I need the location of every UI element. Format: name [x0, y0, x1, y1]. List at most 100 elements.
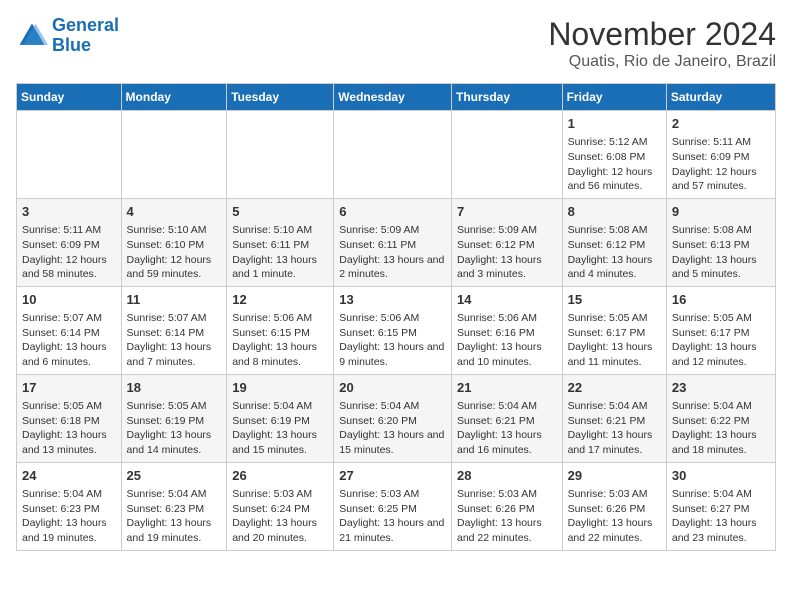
cell-info: Sunrise: 5:06 AM — [232, 311, 328, 326]
cell-info: Sunrise: 5:05 AM — [672, 311, 770, 326]
day-number: 8 — [568, 203, 661, 221]
day-number: 14 — [457, 291, 557, 309]
column-header-sunday: Sunday — [17, 84, 122, 111]
cell-info: Sunrise: 5:04 AM — [568, 399, 661, 414]
day-number: 16 — [672, 291, 770, 309]
calendar-cell: 11Sunrise: 5:07 AMSunset: 6:14 PMDayligh… — [121, 286, 227, 374]
calendar-cell: 28Sunrise: 5:03 AMSunset: 6:26 PMDayligh… — [451, 462, 562, 550]
cell-info: Daylight: 13 hours and 22 minutes. — [568, 516, 661, 545]
calendar-cell: 27Sunrise: 5:03 AMSunset: 6:25 PMDayligh… — [334, 462, 452, 550]
cell-info: Sunset: 6:13 PM — [672, 238, 770, 253]
cell-info: Sunset: 6:08 PM — [568, 150, 661, 165]
day-number: 22 — [568, 379, 661, 397]
cell-info: Sunset: 6:20 PM — [339, 414, 446, 429]
cell-info: Daylight: 13 hours and 20 minutes. — [232, 516, 328, 545]
cell-info: Sunrise: 5:12 AM — [568, 135, 661, 150]
cell-info: Sunset: 6:25 PM — [339, 502, 446, 517]
calendar-cell: 13Sunrise: 5:06 AMSunset: 6:15 PMDayligh… — [334, 286, 452, 374]
cell-info: Sunrise: 5:09 AM — [457, 223, 557, 238]
cell-info: Sunset: 6:26 PM — [457, 502, 557, 517]
day-number: 29 — [568, 467, 661, 485]
cell-info: Sunset: 6:23 PM — [127, 502, 222, 517]
cell-info: Daylight: 12 hours and 58 minutes. — [22, 253, 116, 282]
cell-info: Sunset: 6:26 PM — [568, 502, 661, 517]
cell-info: Sunset: 6:27 PM — [672, 502, 770, 517]
cell-info: Sunset: 6:21 PM — [457, 414, 557, 429]
column-header-wednesday: Wednesday — [334, 84, 452, 111]
column-header-friday: Friday — [562, 84, 666, 111]
day-number: 19 — [232, 379, 328, 397]
day-number: 25 — [127, 467, 222, 485]
cell-info: Sunrise: 5:05 AM — [127, 399, 222, 414]
logo: General Blue — [16, 16, 119, 56]
title-block: November 2024 Quatis, Rio de Janeiro, Br… — [548, 16, 776, 71]
calendar-week-row: 3Sunrise: 5:11 AMSunset: 6:09 PMDaylight… — [17, 198, 776, 286]
cell-info: Daylight: 13 hours and 7 minutes. — [127, 340, 222, 369]
page-subtitle: Quatis, Rio de Janeiro, Brazil — [548, 53, 776, 71]
logo-line2: Blue — [52, 35, 91, 55]
day-number: 7 — [457, 203, 557, 221]
calendar-cell: 6Sunrise: 5:09 AMSunset: 6:11 PMDaylight… — [334, 198, 452, 286]
cell-info: Daylight: 13 hours and 5 minutes. — [672, 253, 770, 282]
cell-info: Daylight: 13 hours and 1 minute. — [232, 253, 328, 282]
day-number: 12 — [232, 291, 328, 309]
cell-info: Sunset: 6:12 PM — [457, 238, 557, 253]
calendar-header-row: SundayMondayTuesdayWednesdayThursdayFrid… — [17, 84, 776, 111]
calendar-cell — [334, 111, 452, 199]
calendar-cell: 2Sunrise: 5:11 AMSunset: 6:09 PMDaylight… — [666, 111, 775, 199]
day-number: 21 — [457, 379, 557, 397]
calendar-cell: 14Sunrise: 5:06 AMSunset: 6:16 PMDayligh… — [451, 286, 562, 374]
day-number: 2 — [672, 115, 770, 133]
day-number: 17 — [22, 379, 116, 397]
cell-info: Sunrise: 5:10 AM — [127, 223, 222, 238]
cell-info: Sunrise: 5:10 AM — [232, 223, 328, 238]
calendar-cell: 25Sunrise: 5:04 AMSunset: 6:23 PMDayligh… — [121, 462, 227, 550]
day-number: 20 — [339, 379, 446, 397]
calendar-cell: 19Sunrise: 5:04 AMSunset: 6:19 PMDayligh… — [227, 374, 334, 462]
cell-info: Sunset: 6:23 PM — [22, 502, 116, 517]
cell-info: Daylight: 13 hours and 21 minutes. — [339, 516, 446, 545]
cell-info: Daylight: 13 hours and 11 minutes. — [568, 340, 661, 369]
day-number: 6 — [339, 203, 446, 221]
cell-info: Sunrise: 5:04 AM — [672, 487, 770, 502]
cell-info: Sunrise: 5:07 AM — [22, 311, 116, 326]
cell-info: Sunrise: 5:05 AM — [568, 311, 661, 326]
cell-info: Sunset: 6:15 PM — [339, 326, 446, 341]
cell-info: Sunrise: 5:08 AM — [568, 223, 661, 238]
day-number: 9 — [672, 203, 770, 221]
cell-info: Daylight: 13 hours and 8 minutes. — [232, 340, 328, 369]
calendar-cell: 20Sunrise: 5:04 AMSunset: 6:20 PMDayligh… — [334, 374, 452, 462]
calendar-week-row: 10Sunrise: 5:07 AMSunset: 6:14 PMDayligh… — [17, 286, 776, 374]
cell-info: Sunset: 6:10 PM — [127, 238, 222, 253]
cell-info: Sunrise: 5:06 AM — [339, 311, 446, 326]
cell-info: Sunrise: 5:04 AM — [457, 399, 557, 414]
cell-info: Sunrise: 5:09 AM — [339, 223, 446, 238]
day-number: 28 — [457, 467, 557, 485]
calendar-cell: 22 Sunrise: 5:04 AMSunset: 6:21 PMDayligh… — [562, 374, 666, 462]
cell-info: Sunrise: 5:05 AM — [22, 399, 116, 414]
day-number: 30 — [672, 467, 770, 485]
cell-info: Sunset: 6:12 PM — [568, 238, 661, 253]
cell-info: Daylight: 13 hours and 17 minutes. — [568, 428, 661, 457]
cell-info: Sunrise: 5:08 AM — [672, 223, 770, 238]
cell-info: Sunset: 6:21 PM — [568, 414, 661, 429]
cell-info: Sunset: 6:14 PM — [127, 326, 222, 341]
cell-info: Sunset: 6:11 PM — [339, 238, 446, 253]
cell-info: Sunset: 6:15 PM — [232, 326, 328, 341]
day-number: 18 — [127, 379, 222, 397]
calendar-week-row: 17Sunrise: 5:05 AMSunset: 6:18 PMDayligh… — [17, 374, 776, 462]
cell-info: Sunrise: 5:06 AM — [457, 311, 557, 326]
cell-info: Sunset: 6:22 PM — [672, 414, 770, 429]
cell-info: Daylight: 13 hours and 22 minutes. — [457, 516, 557, 545]
day-number: 3 — [22, 203, 116, 221]
cell-info: Sunset: 6:09 PM — [672, 150, 770, 165]
cell-info: Daylight: 13 hours and 15 minutes. — [232, 428, 328, 457]
calendar-cell: 23Sunrise: 5:04 AMSunset: 6:22 PMDayligh… — [666, 374, 775, 462]
cell-info: Sunrise: 5:04 AM — [339, 399, 446, 414]
calendar-cell: 12 Sunrise: 5:06 AMSunset: 6:15 PMDayligh… — [227, 286, 334, 374]
cell-info: Sunset: 6:17 PM — [568, 326, 661, 341]
calendar-table: SundayMondayTuesdayWednesdayThursdayFrid… — [16, 83, 776, 551]
cell-info: Daylight: 12 hours and 56 minutes. — [568, 165, 661, 194]
cell-info: Sunset: 6:19 PM — [127, 414, 222, 429]
day-number: 24 — [22, 467, 116, 485]
